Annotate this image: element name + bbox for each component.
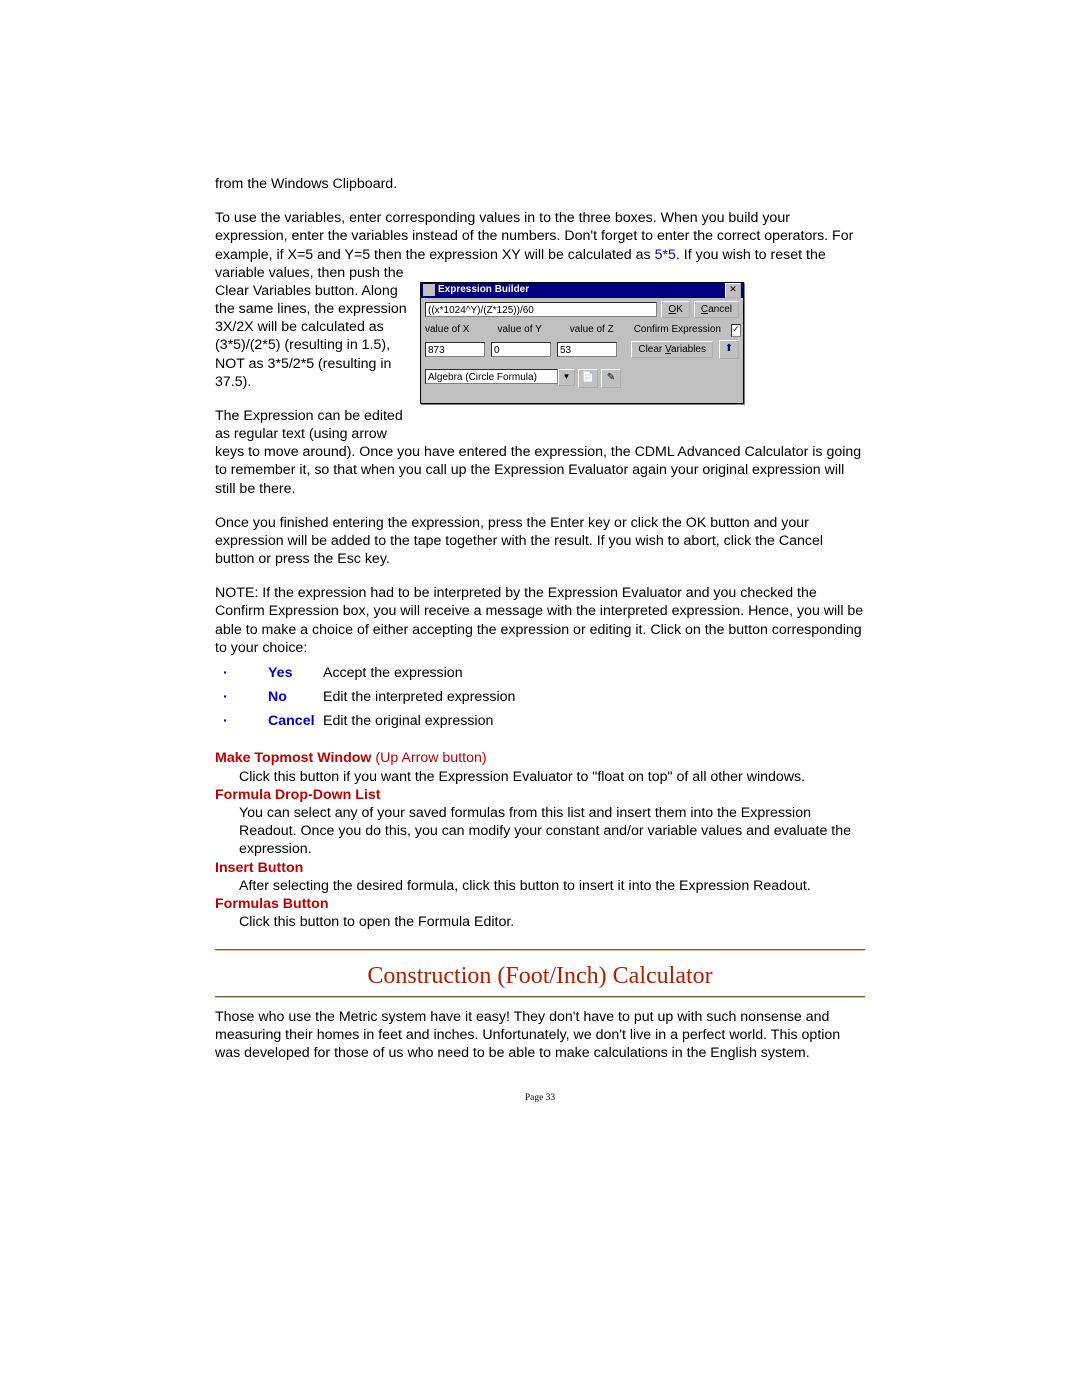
dialog-titlebar: Expression Builder ✕ <box>421 283 743 298</box>
close-icon[interactable]: ✕ <box>725 283 741 298</box>
confirm-expression-checkbox[interactable]: ✓ <box>731 324 741 337</box>
paragraph-d-tail: keys to move around). Once you have ente… <box>215 443 865 498</box>
choice-cancel: Cancel <box>268 712 323 730</box>
section-make-topmost-window-body: Click this button if you want the Expres… <box>239 768 865 786</box>
formulas-editor-button[interactable]: ✎ <box>601 369 621 388</box>
section-make-topmost-window-heading: Make Topmost Window (Up Arrow button) <box>215 749 865 767</box>
label-z: value of Z <box>570 324 614 337</box>
highlighted-expression: 5*5 <box>655 247 676 263</box>
app-icon <box>423 284 435 296</box>
insert-formula-button[interactable]: 📄 <box>578 369 598 388</box>
chevron-down-icon[interactable]: ▼ <box>558 369 575 386</box>
page-footer: Page 33 <box>215 1092 865 1104</box>
choice-list: · Yes Accept the expression · No Edit th… <box>215 661 865 734</box>
clear-variables-button[interactable]: Clear Variables <box>631 341 713 358</box>
value-y-input[interactable]: 0 <box>491 342 551 357</box>
section-insert-button-heading: Insert Button <box>215 859 865 877</box>
paragraph-e: Once you finished entering the expressio… <box>215 514 865 569</box>
confirm-expression-label: Confirm Expression <box>634 324 721 337</box>
expression-input[interactable]: ((x*1024^Y)/(Z*125))/60 <box>425 302 657 317</box>
section-formula-dropdown-heading: Formula Drop-Down List <box>215 786 865 804</box>
formula-select[interactable]: Algebra (Circle Formula) <box>425 369 558 384</box>
make-topmost-button[interactable]: ⬆ <box>719 340 739 359</box>
choice-row: · No Edit the interpreted expression <box>215 685 865 709</box>
bullet-icon: · <box>215 688 268 706</box>
choice-desc: Accept the expression <box>323 664 865 682</box>
ok-button[interactable]: OK <box>661 301 689 318</box>
section-formula-dropdown-body: You can select any of your saved formula… <box>239 804 865 859</box>
dialog-title: Expression Builder <box>438 284 529 297</box>
choice-row: · Yes Accept the expression <box>215 661 865 685</box>
choice-desc: Edit the original expression <box>323 712 865 730</box>
up-arrow-icon: ⬆ <box>725 343 733 356</box>
value-x-input[interactable]: 873 <box>425 342 485 357</box>
choice-no: No <box>268 688 323 706</box>
paragraph-d-wrap: The Expression can be edited as regular … <box>215 407 415 443</box>
paragraph-f: NOTE: If the expression had to be interp… <box>215 584 865 657</box>
section-divider <box>215 949 865 951</box>
cancel-button[interactable]: Cancel <box>694 301 739 318</box>
expression-builder-dialog: Expression Builder ✕ ((x*1024^Y)/(Z*125)… <box>420 282 744 404</box>
bullet-icon: · <box>215 664 268 682</box>
paragraph-a: from the Windows Clipboard. <box>215 175 865 193</box>
label-x: value of X <box>425 324 469 337</box>
paragraph-c-wrap: Clear Variables button. Along the same l… <box>215 282 415 391</box>
choice-row: · Cancel Edit the original expression <box>215 709 865 733</box>
page: from the Windows Clipboard. To use the v… <box>0 0 1080 1195</box>
choice-yes: Yes <box>268 664 323 682</box>
choice-desc: Edit the interpreted expression <box>323 688 865 706</box>
section-formulas-button-heading: Formulas Button <box>215 895 865 913</box>
paragraph-b: To use the variables, enter correspondin… <box>215 209 865 282</box>
section-divider <box>215 996 865 998</box>
section-heading-construction-calculator: Construction (Foot/Inch) Calculator <box>215 961 865 992</box>
value-z-input[interactable]: 53 <box>557 342 617 357</box>
bullet-icon: · <box>215 712 268 730</box>
section-formulas-button-body: Click this button to open the Formula Ed… <box>239 913 865 931</box>
section-insert-button-body: After selecting the desired formula, cli… <box>239 877 865 895</box>
paragraph-bottom: Those who use the Metric system have it … <box>215 1008 865 1063</box>
label-y: value of Y <box>497 324 541 337</box>
